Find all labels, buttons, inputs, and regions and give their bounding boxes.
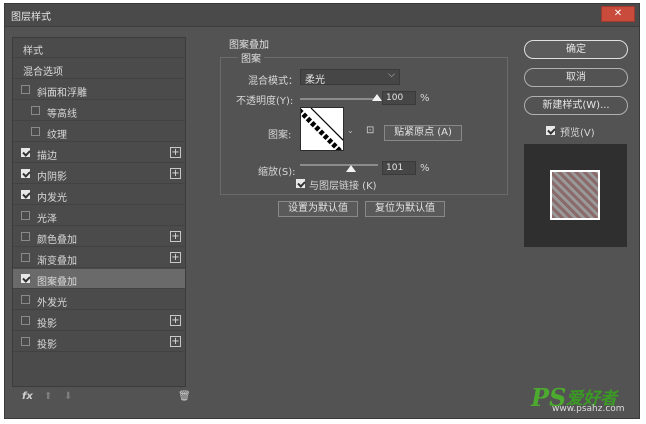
style-label: 斜面和浮雕 <box>37 88 87 99</box>
style-row-contour[interactable]: 等高线 <box>13 101 185 121</box>
bevel-emboss-checkbox[interactable] <box>21 85 30 94</box>
add-stroke-plus-icon[interactable]: + <box>170 147 181 158</box>
pattern-diagonal-icon <box>301 108 343 150</box>
style-row-color-overlay[interactable]: 颜色叠加 + <box>13 227 185 247</box>
snap-origin-button[interactable]: 贴紧原点 (A) <box>384 125 462 141</box>
style-row-gradient-overlay[interactable]: 渐变叠加 + <box>13 248 185 268</box>
fx-icon[interactable]: fx <box>22 391 33 402</box>
scale-input[interactable]: 101 <box>382 161 416 175</box>
style-row-pattern-overlay[interactable]: 图案叠加 <box>13 269 185 289</box>
gradient-overlay-checkbox[interactable] <box>21 253 30 262</box>
style-label: 内阴影 <box>37 172 67 183</box>
blend-mode-value: 柔光 <box>305 75 325 86</box>
trash-icon[interactable]: 🗑 <box>178 391 191 402</box>
new-preset-icon[interactable]: ⊡ <box>366 125 374 136</box>
pattern-dropdown-arrow-icon[interactable]: ⌄ <box>347 126 354 135</box>
watermark-url: www.psahz.com <box>552 404 625 414</box>
scale-label: 缩放(S): <box>258 167 296 178</box>
styles-list: 样式 混合选项 斜面和浮雕 等高线 纹理 描边 + 内阴影 + 内发光 光泽 颜… <box>12 37 186 387</box>
scale-unit: % <box>420 163 430 174</box>
style-row-outer-glow[interactable]: 外发光 <box>13 290 185 310</box>
inner-shadow-checkbox[interactable] <box>21 169 30 178</box>
add-inner-shadow-plus-icon[interactable]: + <box>170 168 181 179</box>
new-style-button[interactable]: 新建样式(W)... <box>524 96 628 115</box>
pattern-label: 图案: <box>268 130 292 141</box>
style-row-texture[interactable]: 纹理 <box>13 122 185 142</box>
link-with-layer-label: 与图层链接 (K) <box>309 181 377 192</box>
blend-mode-label: 混合模式： <box>248 76 298 87</box>
style-label: 纹理 <box>47 130 67 141</box>
opacity-label: 不透明度(Y): <box>236 96 294 107</box>
texture-checkbox[interactable] <box>31 127 40 136</box>
style-row-blending-options[interactable]: 混合选项 <box>13 59 185 79</box>
preview-checkbox[interactable] <box>546 126 555 135</box>
contour-checkbox[interactable] <box>31 106 40 115</box>
style-label: 描边 <box>37 151 57 162</box>
move-down-icon[interactable]: ⬇ <box>64 391 72 402</box>
opacity-slider-thumb[interactable] <box>372 94 382 101</box>
inner-glow-checkbox[interactable] <box>21 190 30 199</box>
style-label: 等高线 <box>47 109 77 120</box>
outer-glow-checkbox[interactable] <box>21 295 30 304</box>
move-up-icon[interactable]: ⬆ <box>44 391 52 402</box>
style-label: 渐变叠加 <box>37 256 77 267</box>
pattern-overlay-checkbox[interactable] <box>21 274 30 283</box>
reset-default-button[interactable]: 复位为默认值 <box>365 201 445 217</box>
stroke-checkbox[interactable] <box>21 148 30 157</box>
add-color-overlay-plus-icon[interactable]: + <box>170 231 181 242</box>
style-label: 图案叠加 <box>37 277 77 288</box>
section-title: 图案叠加 <box>229 40 269 51</box>
style-label: 外发光 <box>37 298 67 309</box>
set-default-button[interactable]: 设置为默认值 <box>278 201 358 217</box>
drop-shadow-checkbox[interactable] <box>21 316 30 325</box>
dialog-title: 图层样式 <box>11 12 51 23</box>
preview-swatch <box>550 170 600 220</box>
add-gradient-overlay-plus-icon[interactable]: + <box>170 252 181 263</box>
add-drop-shadow-plus-icon[interactable]: + <box>170 315 181 326</box>
drop-shadow-checkbox[interactable] <box>21 337 30 346</box>
style-label: 混合选项 <box>23 67 63 78</box>
group-title: 图案 <box>238 50 264 65</box>
style-preview <box>524 144 627 247</box>
style-row-satin[interactable]: 光泽 <box>13 206 185 226</box>
style-label: 投影 <box>37 340 57 351</box>
style-label: 样式 <box>23 46 43 57</box>
style-row-stroke[interactable]: 描边 + <box>13 143 185 163</box>
chevron-down-icon: ⌵ <box>388 70 395 80</box>
ok-button[interactable]: 确定 <box>524 40 628 59</box>
style-row-bevel-emboss[interactable]: 斜面和浮雕 <box>13 80 185 100</box>
styles-bottom-bar: fx ⬆ ⬇ 🗑 <box>12 388 191 408</box>
close-button[interactable]: ✕ <box>601 6 635 22</box>
style-row-drop-shadow-2[interactable]: 投影 + <box>13 332 185 352</box>
scale-slider-track[interactable] <box>300 164 378 166</box>
opacity-slider-track[interactable] <box>300 98 378 100</box>
style-row-drop-shadow-1[interactable]: 投影 + <box>13 311 185 331</box>
satin-checkbox[interactable] <box>21 211 30 220</box>
style-label: 投影 <box>37 319 57 330</box>
opacity-input[interactable]: 100 <box>382 91 416 105</box>
opacity-unit: % <box>420 93 430 104</box>
style-label: 光泽 <box>37 214 57 225</box>
blend-mode-select[interactable]: 柔光 ⌵ <box>300 69 400 86</box>
style-label: 颜色叠加 <box>37 235 77 246</box>
scale-slider-thumb[interactable] <box>346 165 356 172</box>
color-overlay-checkbox[interactable] <box>21 232 30 241</box>
pattern-picker[interactable] <box>300 107 344 151</box>
style-label: 内发光 <box>37 193 67 204</box>
cancel-button[interactable]: 取消 <box>524 68 628 87</box>
style-row-inner-shadow[interactable]: 内阴影 + <box>13 164 185 184</box>
link-with-layer-checkbox[interactable] <box>296 179 305 188</box>
title-bar: 图层样式 ✕ <box>5 4 639 27</box>
preview-label: 预览(V) <box>560 128 595 139</box>
add-drop-shadow-plus-icon[interactable]: + <box>170 336 181 347</box>
style-row-styles[interactable]: 样式 <box>13 38 185 58</box>
style-row-inner-glow[interactable]: 内发光 <box>13 185 185 205</box>
